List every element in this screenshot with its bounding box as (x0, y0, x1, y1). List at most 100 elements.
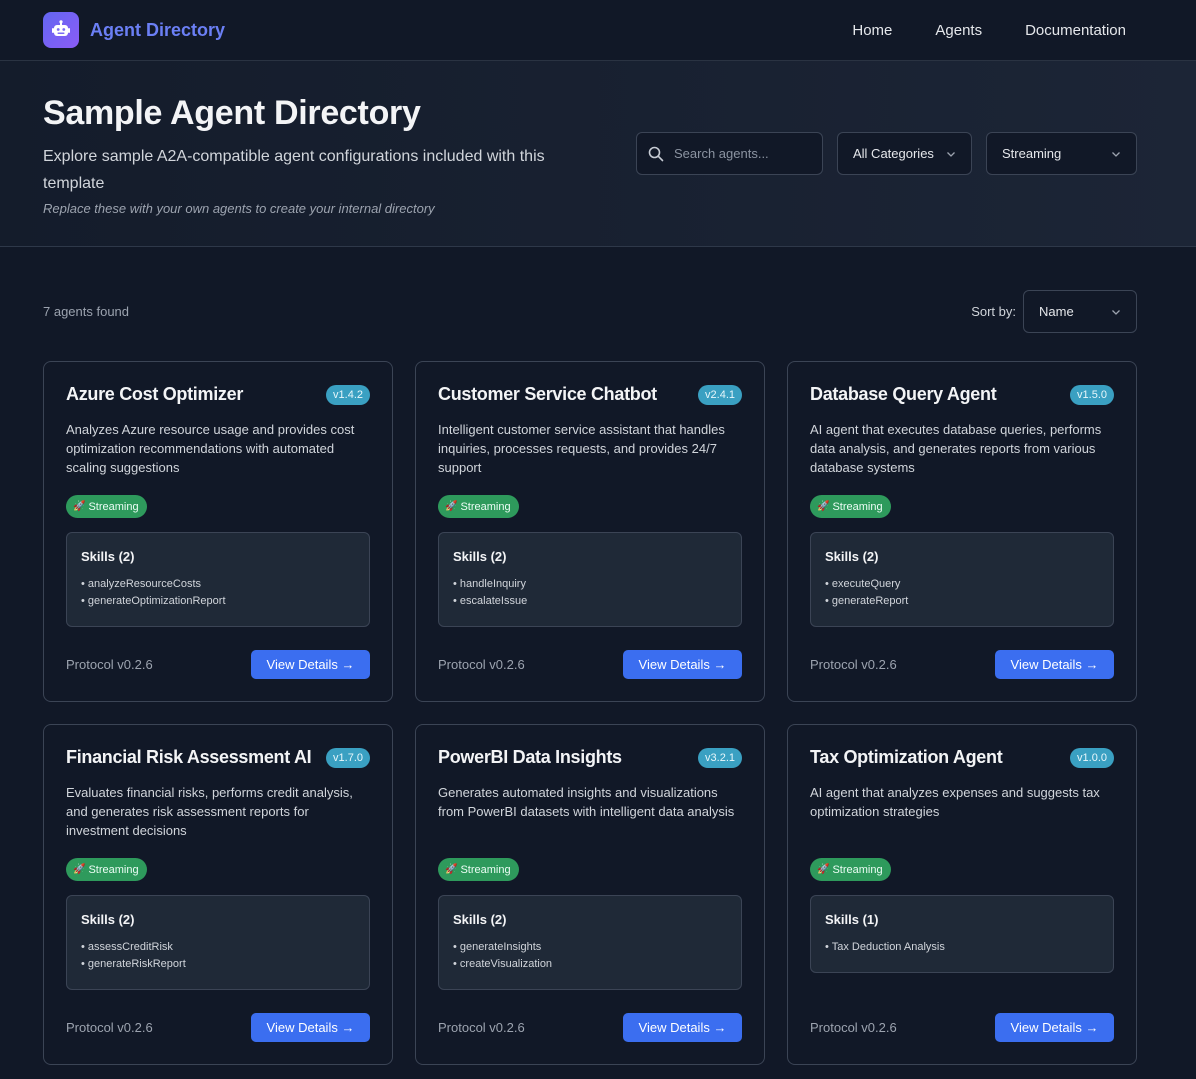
protocol-version: Protocol v0.2.6 (810, 1020, 897, 1035)
sort-select-value: Name (1039, 304, 1074, 319)
protocol-version: Protocol v0.2.6 (438, 1020, 525, 1035)
streaming-badge-label: Streaming (460, 500, 511, 513)
skills-panel: Skills (2) handleInquiry escalateIssue (438, 532, 742, 627)
rocket-icon: 🚀 (73, 864, 86, 875)
rocket-icon: 🚀 (817, 501, 830, 512)
search-input[interactable] (674, 146, 814, 161)
streaming-badge-label: Streaming (88, 863, 139, 876)
version-badge: v2.4.1 (698, 384, 742, 405)
skill-item: executeQuery (825, 576, 1099, 593)
filter-controls: All Categories Streaming (636, 132, 1137, 175)
skill-item: escalateIssue (453, 593, 727, 610)
skills-title: Skills (1) (825, 912, 879, 927)
version-badge: v1.0.0 (1070, 747, 1114, 768)
chevron-down-icon (1112, 151, 1120, 157)
view-details-button[interactable]: View Details → (995, 650, 1114, 679)
version-badge: v1.4.2 (326, 384, 370, 405)
agent-title: Financial Risk Assessment AI (66, 747, 312, 767)
page-title: Sample Agent Directory (43, 94, 421, 132)
view-details-button[interactable]: View Details → (251, 1013, 370, 1042)
agent-description: Analyzes Azure resource usage and provid… (66, 422, 355, 475)
nav-link-documentation[interactable]: Documentation (1025, 22, 1126, 39)
view-details-button[interactable]: View Details → (623, 1013, 742, 1042)
chevron-down-icon (1112, 309, 1120, 315)
agent-description: Generates automated insights and visuali… (438, 785, 735, 819)
page-note: Replace these with your own agents to cr… (43, 201, 435, 216)
agent-description: AI agent that executes database queries,… (810, 422, 1102, 475)
search-box[interactable] (636, 132, 823, 175)
skills-title: Skills (2) (81, 912, 135, 927)
version-badge: v1.7.0 (326, 747, 370, 768)
skills-title: Skills (2) (825, 549, 879, 564)
agent-card[interactable]: Database Query Agent v1.5.0 AI agent tha… (787, 361, 1137, 702)
streaming-badge-label: Streaming (88, 500, 139, 513)
sort-label: Sort by: (971, 304, 1016, 319)
skills-title: Skills (2) (453, 549, 507, 564)
rocket-icon: 🚀 (445, 501, 458, 512)
streaming-badge: 🚀 Streaming (438, 858, 519, 881)
streaming-badge: 🚀 Streaming (66, 495, 147, 518)
skills-panel: Skills (2) generateInsights createVisual… (438, 895, 742, 990)
agent-description: Evaluates financial risks, performs cred… (66, 785, 353, 838)
hero-section: Sample Agent Directory Explore sample A2… (0, 61, 1196, 247)
rocket-icon: 🚀 (445, 864, 458, 875)
skills-panel: Skills (1) Tax Deduction Analysis (810, 895, 1114, 973)
nav-links: Home Agents Documentation (809, 22, 1126, 39)
protocol-version: Protocol v0.2.6 (66, 657, 153, 672)
rocket-icon: 🚀 (73, 501, 86, 512)
agent-card[interactable]: Customer Service Chatbot v2.4.1 Intellig… (415, 361, 765, 702)
skills-title: Skills (2) (453, 912, 507, 927)
protocol-version: Protocol v0.2.6 (66, 1020, 153, 1035)
nav-link-agents[interactable]: Agents (935, 22, 982, 39)
capability-select[interactable]: Streaming (986, 132, 1137, 175)
page-subtitle: Explore sample A2A-compatible agent conf… (43, 148, 545, 192)
results-bar: 7 agents found Sort by: Name (43, 290, 1137, 333)
nav-link-home[interactable]: Home (852, 22, 892, 39)
skills-panel: Skills (2) executeQuery generateReport (810, 532, 1114, 627)
results-count: 7 agents found (43, 304, 130, 319)
skill-item: generateOptimizationReport (81, 593, 355, 610)
agent-title: Tax Optimization Agent (810, 747, 1003, 767)
streaming-badge-label: Streaming (460, 863, 511, 876)
agent-title: PowerBI Data Insights (438, 747, 622, 767)
agent-title: Azure Cost Optimizer (66, 384, 244, 404)
view-details-button[interactable]: View Details → (251, 650, 370, 679)
agent-title: Database Query Agent (810, 384, 997, 404)
view-details-button[interactable]: View Details → (995, 1013, 1114, 1042)
chevron-down-icon (947, 151, 955, 157)
skill-item: generateRiskReport (81, 956, 355, 973)
rocket-icon: 🚀 (817, 864, 830, 875)
top-nav: Agent Directory Home Agents Documentatio… (0, 0, 1196, 61)
capability-select-value: Streaming (1002, 146, 1062, 161)
skill-item: Tax Deduction Analysis (825, 939, 1099, 956)
streaming-badge: 🚀 Streaming (66, 858, 147, 881)
skill-item: handleInquiry (453, 576, 727, 593)
skill-item: generateInsights (453, 939, 727, 956)
skill-item: assessCreditRisk (81, 939, 355, 956)
category-select-value: All Categories (853, 146, 934, 161)
agent-card[interactable]: Financial Risk Assessment AI v1.7.0 Eval… (43, 724, 393, 1065)
skill-item: generateReport (825, 593, 1099, 610)
agent-description: Intelligent customer service assistant t… (438, 422, 725, 475)
skills-panel: Skills (2) assessCreditRisk generateRisk… (66, 895, 370, 990)
agent-card[interactable]: Tax Optimization Agent v1.0.0 AI agent t… (787, 724, 1137, 1065)
skill-item: createVisualization (453, 956, 727, 973)
streaming-badge: 🚀 Streaming (810, 495, 891, 518)
version-badge: v3.2.1 (698, 747, 742, 768)
version-badge: v1.5.0 (1070, 384, 1114, 405)
protocol-version: Protocol v0.2.6 (810, 657, 897, 672)
streaming-badge-label: Streaming (832, 863, 883, 876)
brand-title[interactable]: Agent Directory (90, 20, 225, 41)
sort-select[interactable]: Name (1023, 290, 1137, 333)
agent-grid: Azure Cost Optimizer v1.4.2 Analyzes Azu… (43, 361, 1137, 1065)
category-select[interactable]: All Categories (837, 132, 972, 175)
agent-description: AI agent that analyzes expenses and sugg… (810, 785, 1100, 819)
search-icon (648, 146, 664, 161)
agent-card[interactable]: Azure Cost Optimizer v1.4.2 Analyzes Azu… (43, 361, 393, 702)
skills-title: Skills (2) (81, 549, 135, 564)
agent-card[interactable]: PowerBI Data Insights v3.2.1 Generates a… (415, 724, 765, 1065)
robot-icon[interactable] (43, 12, 79, 48)
streaming-badge: 🚀 Streaming (810, 858, 891, 881)
view-details-button[interactable]: View Details → (623, 650, 742, 679)
streaming-badge: 🚀 Streaming (438, 495, 519, 518)
